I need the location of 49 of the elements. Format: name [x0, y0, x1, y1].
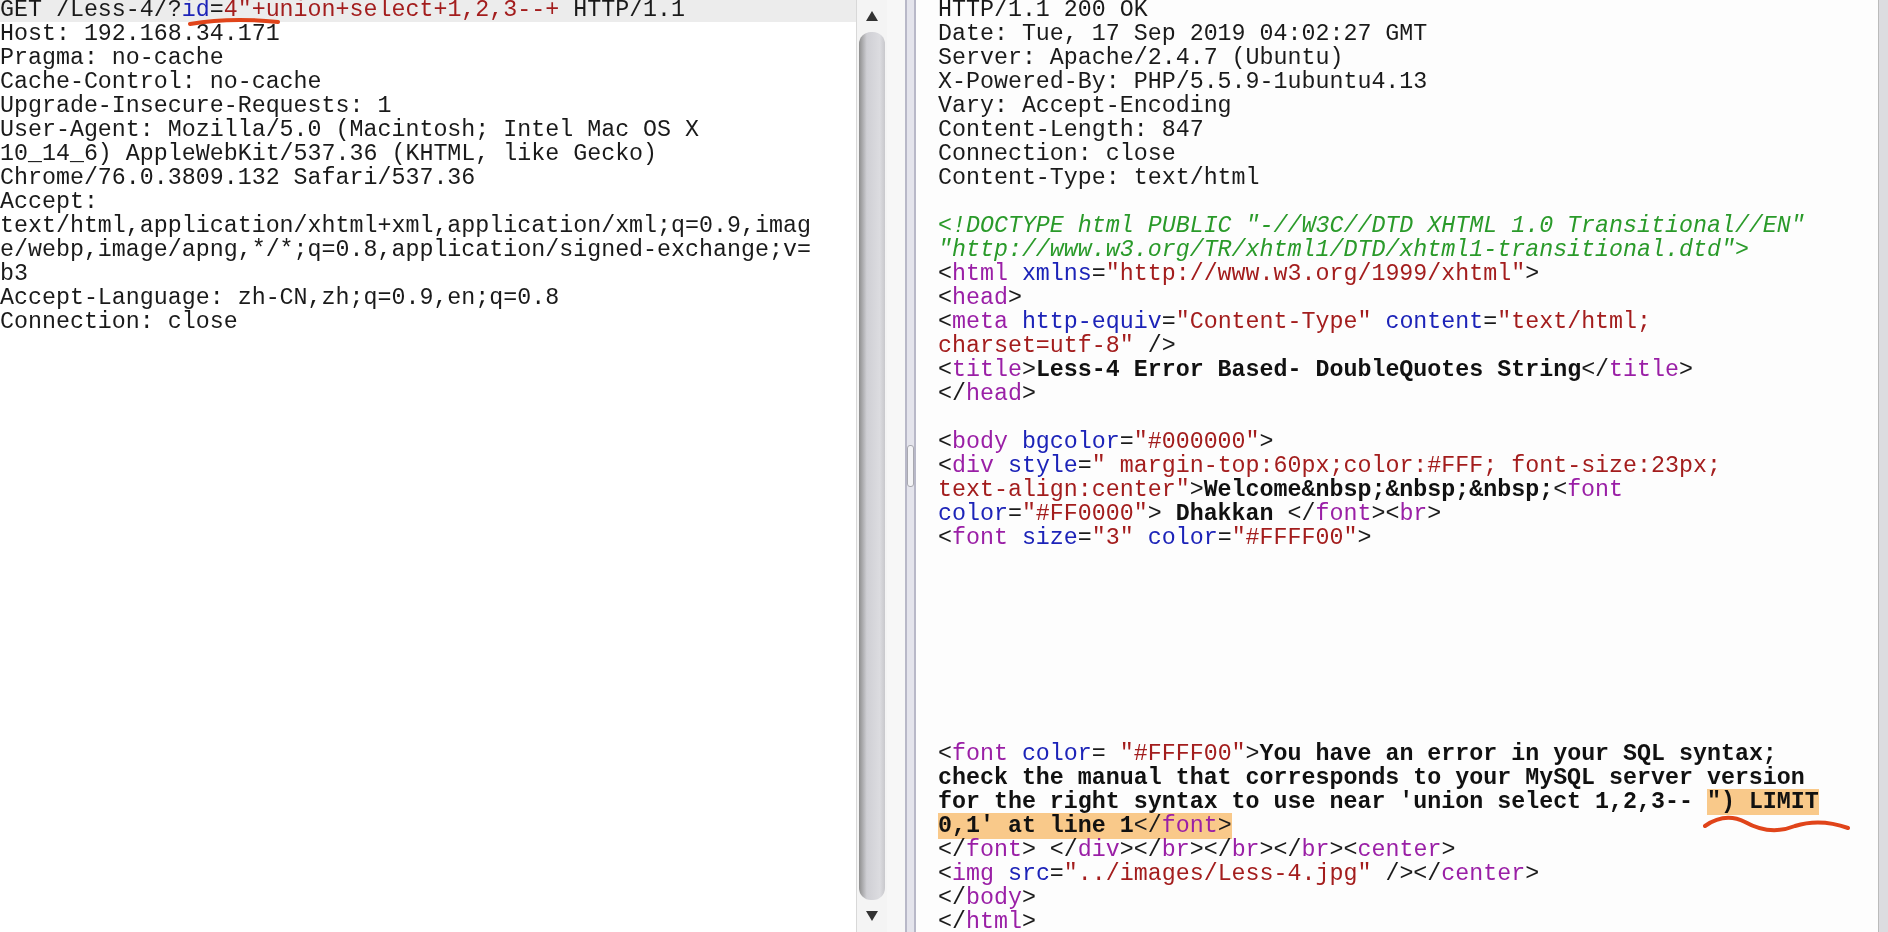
code-line: User-Agent: Mozilla/5.0 (Macintosh; Intel Mac OS X — [0, 118, 701, 142]
code-line: color="#FF0000"> Dhakkan </font><br> — [938, 502, 1442, 526]
code-line: Host: 192.168.34.171 — [0, 22, 281, 46]
code-line: <font color= "#FFFF00">You have an error in your SQL syntax; — [938, 742, 1777, 766]
code-line: Upgrade-Insecure-Requests: 1 — [0, 94, 392, 118]
code-line: <meta http-equiv="Content-Type" content="text/html; — [938, 310, 1653, 334]
code-line: 0,1' at line 1</font> — [938, 814, 1233, 838]
code-line: <html xmlns="http://www.w3.org/1999/xhtml"> — [938, 262, 1540, 286]
scroll-down-icon[interactable] — [865, 910, 879, 922]
code-line: e/webp,image/apng,*/*;q=0.8,application/signed-exchange;v= — [0, 238, 812, 262]
code-line: Accept: — [0, 190, 98, 214]
code-line: text/html,application/xhtml+xml,application/xml;q=0.9,imag — [0, 214, 812, 238]
code-line: Content-Type: text/html — [938, 166, 1261, 190]
code-line: </html> — [938, 910, 1037, 932]
scroll-up-icon[interactable] — [865, 10, 879, 22]
code-line: Accept-Language: zh-CN,zh;q=0.9,en;q=0.8 — [0, 286, 561, 310]
code-line: Cache-Control: no-cache — [0, 70, 322, 94]
code-line: Connection: close — [938, 142, 1176, 166]
code-line: Date: Tue, 17 Sep 2019 04:02:27 GMT — [938, 22, 1429, 46]
splitter[interactable] — [905, 0, 916, 932]
scrollbar[interactable] — [856, 0, 887, 932]
code-line: b3 — [0, 262, 28, 286]
code-line: charset=utf-8" /> — [938, 334, 1177, 358]
code-line: <title>Less-4 Error Based- DoubleQuotes String</title> — [938, 358, 1694, 382]
scrollbar-thumb[interactable] — [859, 32, 885, 900]
code-line: <div style=" margin-top:60px;color:#FFF; font-size:23px; — [938, 454, 1722, 478]
code-line: <font size="3" color="#FFFF00"> — [938, 526, 1373, 550]
code-line: <!DOCTYPE html PUBLIC "-//W3C//DTD XHTML 1.0 Transitional//EN" — [938, 214, 1806, 238]
code-line: <head> — [938, 286, 1023, 310]
scrollbar[interactable] — [1878, 0, 1888, 932]
code-line: Vary: Accept-Encoding — [938, 94, 1233, 118]
code-line: text-align:center">Welcome&nbsp;&nbsp;&nbsp;<font — [938, 478, 1624, 502]
code-line: Chrome/76.0.3809.132 Safari/537.36 — [0, 166, 477, 190]
code-line: Content-Length: 847 — [938, 118, 1204, 142]
code-line: Connection: close — [0, 310, 239, 334]
code-line: </body> — [938, 886, 1037, 910]
code-line: "http://www.w3.org/TR/xhtml1/DTD/xhtml1-transitional.dtd"> — [938, 238, 1750, 262]
code-line: </font> </div></br></br></br><center> — [938, 838, 1457, 862]
code-line: Server: Apache/2.4.7 (Ubuntu) — [938, 46, 1344, 70]
code-line: Pragma: no-cache — [0, 46, 224, 70]
code-line: <img src="../images/Less-4.jpg" /></center> — [938, 862, 1541, 886]
code-line: check the manual that corresponds to your MySQL server version — [938, 766, 1806, 790]
code-line: </head> — [938, 382, 1037, 406]
code-line: <body bgcolor="#000000"> — [938, 430, 1274, 454]
code-line: X-Powered-By: PHP/5.5.9-1ubuntu4.13 — [938, 70, 1429, 94]
code-line: 10_14_6) AppleWebKit/537.36 (KHTML, like Gecko) — [0, 142, 659, 166]
code-line: for the right syntax to use near 'union select 1,2,3-- ") LIMIT — [938, 790, 1820, 814]
splitter-handle[interactable] — [907, 445, 914, 487]
code-line: HTTP/1.1 200 OK — [938, 0, 1149, 22]
